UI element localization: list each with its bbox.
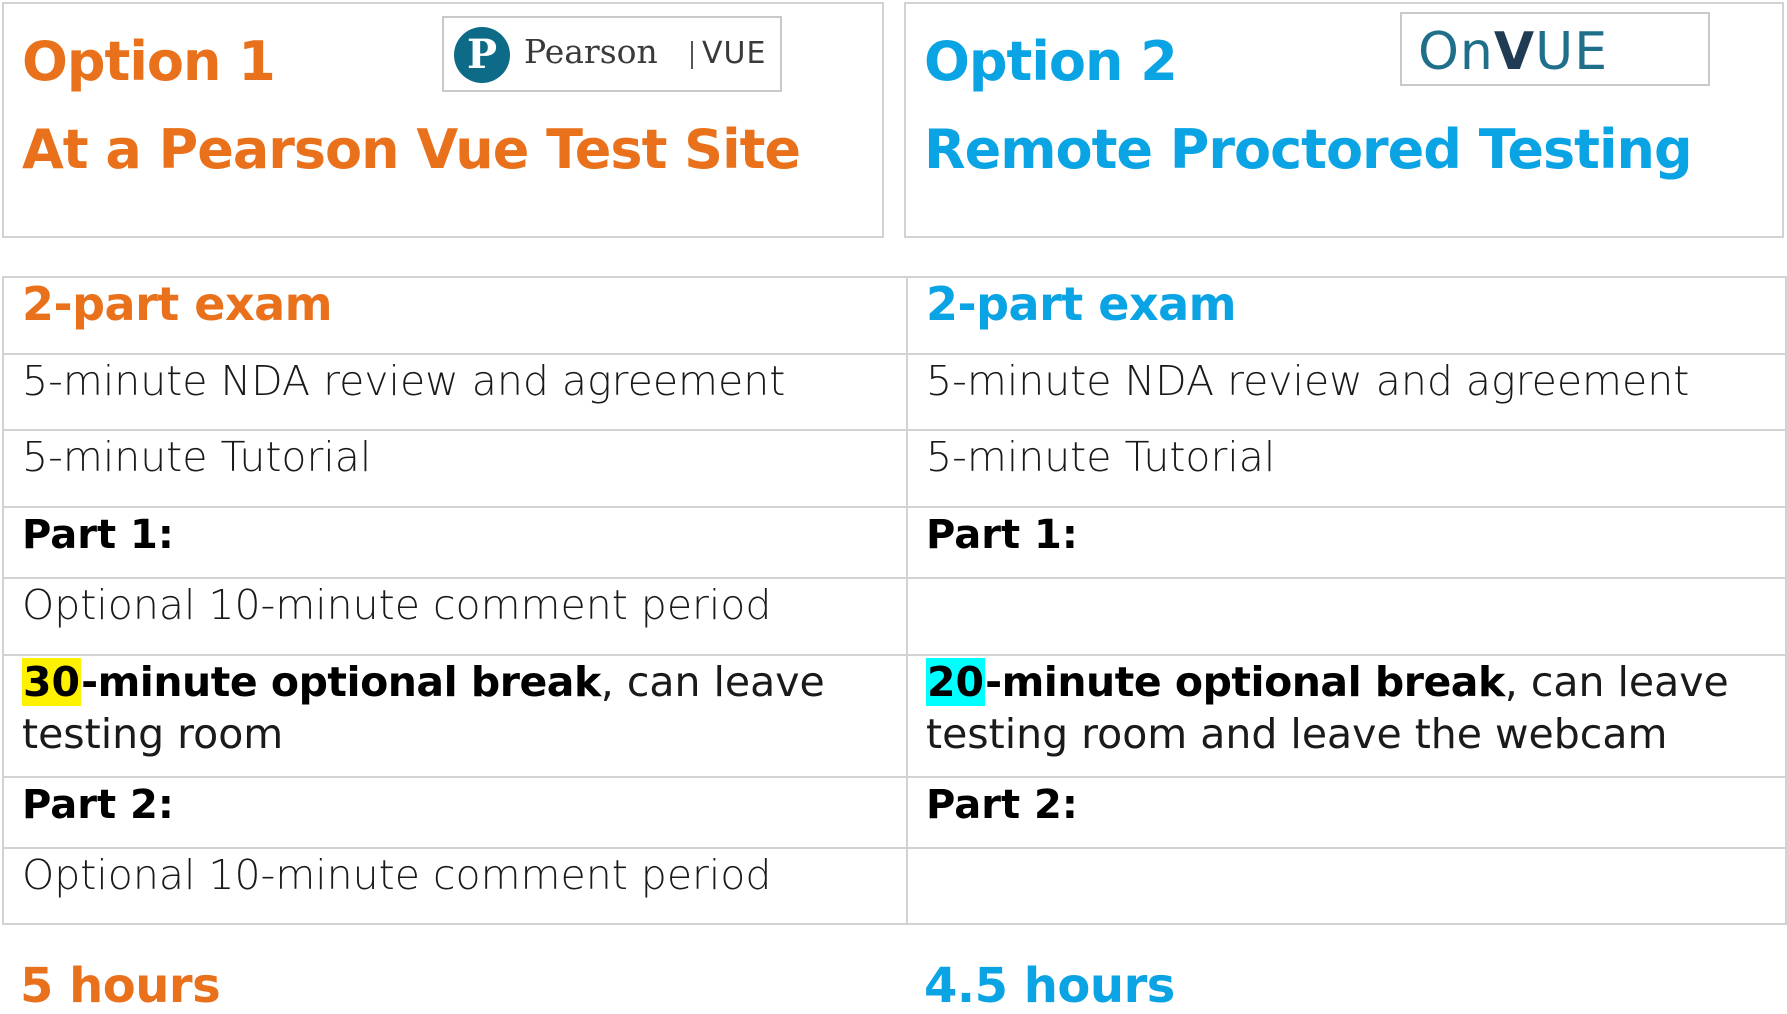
option2-part2-label: Part 2:: [926, 782, 1078, 828]
option2-total: 4.5 hours: [924, 958, 1175, 1014]
option1-part1-label: Part 1:: [22, 512, 174, 558]
option2-subtitle: Remote Proctored Testing: [924, 118, 1693, 181]
onvue-logo-ue: UE: [1535, 22, 1609, 82]
option1-exam-title-cell: 2-part exam: [2, 276, 908, 355]
option1-break-bold: -minute optional break: [81, 658, 601, 706]
pearson-logo-vue: VUE: [702, 36, 767, 71]
option2-part2-cell: Part 2:: [906, 776, 1787, 849]
table-row: Optional 10-minute comment period: [2, 847, 1787, 925]
table-row: Part 2: Part 2:: [2, 776, 1787, 849]
table-row: 5-minute Tutorial 5-minute Tutorial: [2, 429, 1787, 508]
table-row: 30-minute optional break, can leave test…: [2, 654, 1787, 778]
option1-part1-comment: Optional 10-minute comment period: [2, 577, 908, 656]
option2-break-cell: 20-minute optional break, can leave test…: [906, 654, 1787, 778]
logo-separator: [691, 41, 693, 69]
option2-exam-title-cell: 2-part exam: [906, 276, 1787, 355]
option1-label: Option 1: [22, 30, 276, 93]
option1-part2-cell: Part 2:: [2, 776, 908, 849]
option2-part2-comment: [906, 847, 1787, 925]
option1-exam-title: 2-part exam: [22, 277, 333, 331]
table-row: 5-minute NDA review and agreement 5-minu…: [2, 353, 1787, 431]
option2-nda: 5-minute NDA review and agreement: [906, 353, 1787, 431]
onvue-logo: OnVUE: [1400, 12, 1710, 86]
option1-part1-cell: Part 1:: [2, 506, 908, 579]
option2-part1-cell: Part 1:: [906, 506, 1787, 579]
onvue-logo-v: V: [1493, 22, 1536, 82]
option1-tutorial: 5-minute Tutorial: [2, 429, 908, 508]
onvue-logo-on: On: [1418, 22, 1494, 82]
option1-break-cell: 30-minute optional break, can leave test…: [2, 654, 908, 778]
option2-break-bold: -minute optional break: [985, 658, 1505, 706]
option1-break-number: 30: [22, 658, 82, 706]
pearson-logo-word: Pearson: [524, 32, 658, 71]
onvue-logo-text: OnVUE: [1418, 22, 1608, 82]
table-row: Part 1: Part 1:: [2, 506, 1787, 579]
comparison-table: 2-part exam 2-part exam 5-minute NDA rev…: [2, 276, 1787, 925]
option1-part2-label: Part 2:: [22, 782, 174, 828]
option2-tutorial: 5-minute Tutorial: [906, 429, 1787, 508]
pearson-vue-logo: P Pearson VUE: [442, 16, 782, 92]
option1-nda: 5-minute NDA review and agreement: [2, 353, 908, 431]
option1-total: 5 hours: [20, 958, 221, 1014]
option1-subtitle: At a Pearson Vue Test Site: [22, 118, 801, 181]
table-row: Optional 10-minute comment period: [2, 577, 1787, 656]
pearson-p-icon: P: [454, 27, 510, 83]
table-row: 2-part exam 2-part exam: [2, 276, 1787, 355]
option2-label: Option 2: [924, 30, 1178, 93]
option2-part1-label: Part 1:: [926, 512, 1078, 558]
option1-part2-comment: Optional 10-minute comment period: [2, 847, 908, 925]
option1-header: Option 1 At a Pearson Vue Test Site P Pe…: [2, 2, 884, 238]
option2-part1-comment: [906, 577, 1787, 656]
option2-exam-title: 2-part exam: [926, 277, 1237, 331]
option2-break-number: 20: [926, 658, 986, 706]
